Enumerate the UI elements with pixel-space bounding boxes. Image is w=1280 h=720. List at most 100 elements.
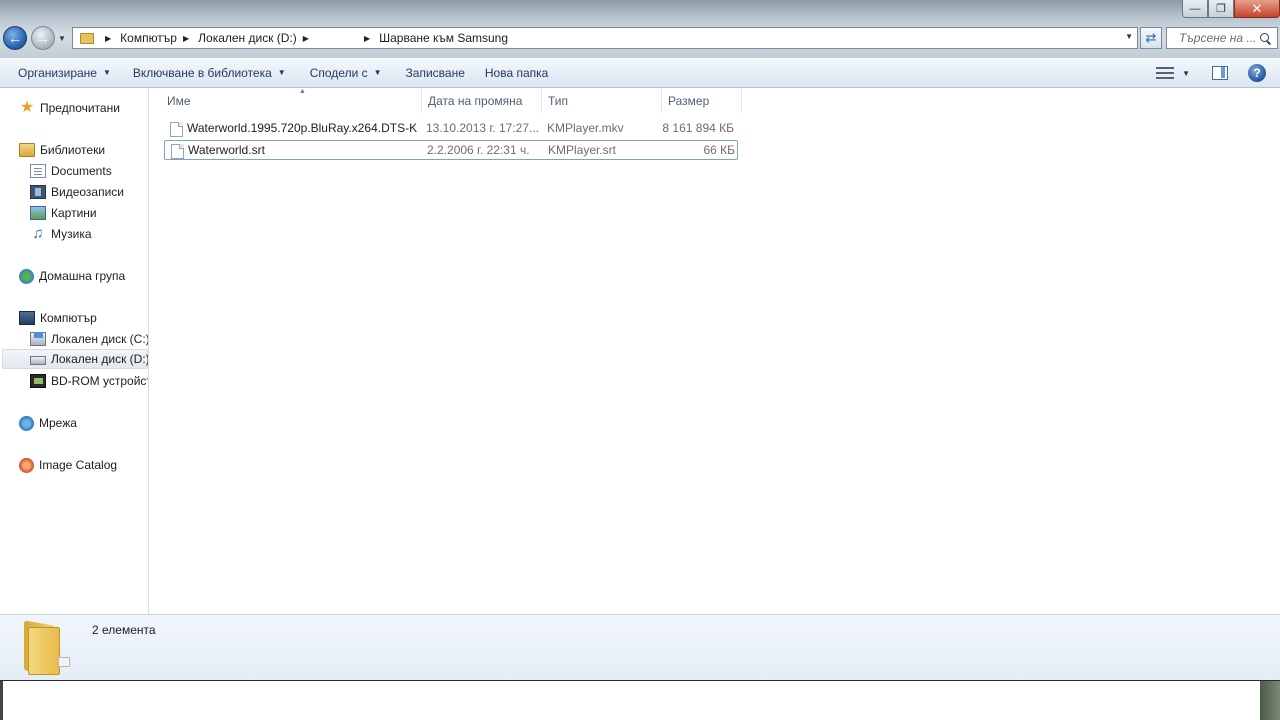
hard-drive-icon xyxy=(30,356,46,365)
breadcrumb-redacted[interactable] xyxy=(317,32,358,44)
image-catalog-icon xyxy=(19,457,34,473)
nav-computer-label: Компютър xyxy=(40,311,97,325)
star-icon: ★ xyxy=(19,99,35,116)
file-name: Waterworld.1995.720p.BluRay.x264.DTS-K..… xyxy=(187,121,417,135)
details-pane: 2 елемента xyxy=(0,614,1280,680)
preview-pane-icon[interactable] xyxy=(1212,66,1228,80)
system-drive-icon xyxy=(30,332,46,346)
network-icon xyxy=(19,415,34,431)
share-with-label: Сподели с xyxy=(309,65,368,80)
navigation-pane: ★ Предпочитани Библиотеки Documents Виде… xyxy=(0,88,149,614)
nav-music[interactable]: ♫ Музика xyxy=(30,224,91,244)
minimize-button[interactable]: — xyxy=(1182,0,1208,18)
breadcrumb-disk-d[interactable]: Локален диск (D:) xyxy=(198,31,297,45)
nav-videos-label: Видеозаписи xyxy=(51,185,125,199)
file-icon xyxy=(170,122,183,137)
new-folder-button[interactable]: Нова папка xyxy=(476,61,557,85)
chevron-right-icon[interactable]: ▶ xyxy=(364,34,370,43)
nav-favorites-label: Предпочитани xyxy=(40,101,120,115)
nav-network[interactable]: Мрежа xyxy=(19,413,77,433)
recent-pages-dropdown[interactable]: ▼ xyxy=(58,34,66,43)
nav-favorites[interactable]: ★ Предпочитани xyxy=(19,98,120,118)
window-controls: — ❐ ✕ xyxy=(1182,0,1280,18)
column-header-name[interactable]: Име ▲ xyxy=(161,88,422,113)
nav-network-label: Мрежа xyxy=(39,416,77,430)
nav-computer[interactable]: Компютър xyxy=(19,308,97,328)
item-count: 2 елемента xyxy=(92,623,156,637)
view-options-dropdown[interactable]: ▼ xyxy=(1182,69,1190,78)
file-list: Име ▲ Дата на промяна Тип Размер Waterwo… xyxy=(150,88,1280,614)
nav-image-catalog-label: Image Catalog xyxy=(39,458,118,472)
back-button[interactable]: ← xyxy=(3,26,27,50)
nav-documents[interactable]: Documents xyxy=(30,161,112,181)
nav-bdrom[interactable]: BD-ROM устройст xyxy=(30,371,149,391)
share-with-button[interactable]: Сподели с ▼ xyxy=(301,61,391,85)
file-type: KMPlayer.mkv xyxy=(547,121,624,135)
video-icon xyxy=(30,185,46,199)
refresh-icon: ⇄ xyxy=(1145,30,1157,45)
nav-documents-label: Documents xyxy=(51,164,112,178)
folder-icon xyxy=(22,620,70,676)
breadcrumb-current-folder[interactable]: Шарване към Samsung xyxy=(379,31,508,45)
column-header-date[interactable]: Дата на промяна xyxy=(422,88,542,113)
nav-libraries[interactable]: Библиотеки xyxy=(19,140,105,160)
help-button[interactable]: ? xyxy=(1248,64,1266,82)
nav-homegroup-label: Домашна група xyxy=(39,269,126,283)
column-size-label: Размер xyxy=(668,93,710,108)
nav-libraries-label: Библиотеки xyxy=(40,143,106,157)
file-size: 8 161 894 КБ xyxy=(662,121,734,135)
documents-icon xyxy=(30,164,46,178)
optical-drive-icon xyxy=(30,374,46,388)
arrow-left-icon: ← xyxy=(8,30,22,46)
nav-disk-c-label: Локален диск (C:) xyxy=(51,332,149,346)
sort-ascending-icon: ▲ xyxy=(299,88,306,95)
column-type-label: Тип xyxy=(548,93,569,108)
column-name-label: Име xyxy=(167,93,191,108)
address-bar[interactable]: ▶ Компютър ▶ Локален диск (D:) ▶ ▶ Шарва… xyxy=(72,27,1138,49)
pictures-icon xyxy=(30,206,46,220)
chevron-down-icon: ▼ xyxy=(277,68,286,77)
music-note-icon: ♫ xyxy=(32,225,44,242)
column-header-size[interactable]: Размер xyxy=(662,88,742,113)
include-in-library-button[interactable]: Включване в библиотека ▼ xyxy=(124,61,295,85)
nav-homegroup[interactable]: Домашна група xyxy=(19,266,125,286)
new-folder-label: Нова папка xyxy=(484,65,549,80)
edge-decoration xyxy=(1260,681,1280,720)
nav-disk-c[interactable]: Локален диск (C:) xyxy=(30,329,149,349)
nav-bdrom-label: BD-ROM устройст xyxy=(51,374,149,388)
file-date: 13.10.2013 г. 17:27... xyxy=(426,121,538,135)
column-date-label: Дата на промяна xyxy=(428,93,523,108)
forward-button[interactable]: → xyxy=(31,26,55,50)
column-header-type[interactable]: Тип xyxy=(542,88,662,113)
nav-disk-d[interactable]: Локален диск (D:) xyxy=(2,349,148,369)
file-date: 2.2.2006 г. 22:31 ч. xyxy=(427,143,530,157)
file-size: 66 КБ xyxy=(703,143,735,157)
close-button[interactable]: ✕ xyxy=(1234,0,1280,18)
library-icon xyxy=(19,143,35,157)
chevron-right-icon[interactable]: ▶ xyxy=(105,34,111,43)
search-input[interactable]: Търсене на ... xyxy=(1166,27,1278,49)
change-view-button[interactable] xyxy=(1156,67,1175,79)
nav-image-catalog[interactable]: Image Catalog xyxy=(19,455,117,475)
chevron-right-icon[interactable]: ▶ xyxy=(303,34,309,43)
file-type: KMPlayer.srt xyxy=(548,143,617,157)
refresh-button[interactable]: ⇄ xyxy=(1140,27,1162,49)
file-row[interactable]: Waterworld.1995.720p.BluRay.x264.DTS-K..… xyxy=(164,119,738,139)
window-titlebar: — ❐ ✕ ← → ▼ ▶ Компютър ▶ Локален диск (D… xyxy=(0,0,1280,58)
nav-videos[interactable]: Видеозаписи xyxy=(30,182,124,202)
address-history-dropdown[interactable]: ▼ xyxy=(1125,32,1133,41)
burn-button[interactable]: Записване xyxy=(397,61,474,85)
nav-disk-d-label: Локален диск (D:) xyxy=(51,352,149,366)
maximize-button[interactable]: ❐ xyxy=(1208,0,1234,18)
file-row[interactable]: Waterworld.srt 2.2.2006 г. 22:31 ч. KMPl… xyxy=(164,140,738,160)
chevron-right-icon[interactable]: ▶ xyxy=(183,34,189,43)
nav-pictures[interactable]: Картини xyxy=(30,203,97,223)
organize-label: Организиране xyxy=(18,65,97,80)
command-toolbar: Организиране ▼ Включване в библиотека ▼ … xyxy=(0,58,1280,88)
organize-button[interactable]: Организиране ▼ xyxy=(9,61,120,85)
search-placeholder: Търсене на ... xyxy=(1179,31,1257,45)
file-name: Waterworld.srt xyxy=(188,143,265,157)
arrow-right-icon: → xyxy=(36,30,50,46)
chevron-down-icon: ▼ xyxy=(102,68,111,77)
breadcrumb-computer[interactable]: Компютър xyxy=(120,31,177,45)
